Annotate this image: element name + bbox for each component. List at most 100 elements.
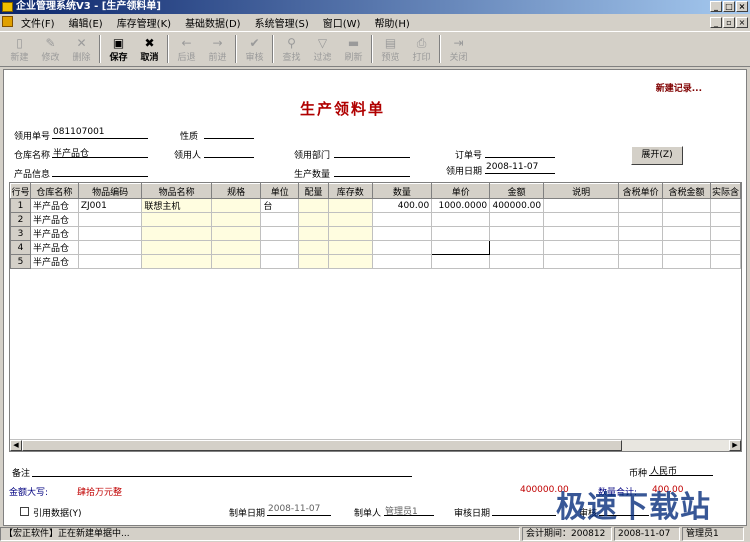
table-cell[interactable] bbox=[327, 240, 373, 255]
child-minimize-button[interactable]: _ bbox=[710, 17, 722, 28]
maximize-button[interactable]: □ bbox=[723, 1, 735, 12]
cite-data-label[interactable]: 引用数据(Y) bbox=[33, 506, 82, 519]
toolbar-button-9[interactable]: ▽ 过滤 bbox=[307, 32, 338, 66]
table-cell[interactable] bbox=[489, 226, 545, 241]
column-header[interactable]: 金额 bbox=[489, 183, 545, 199]
column-header[interactable]: 物品名称 bbox=[141, 183, 212, 199]
child-close-button[interactable]: × bbox=[736, 17, 748, 28]
toolbar-button-11[interactable]: ▤ 预览 bbox=[375, 32, 406, 66]
menu-file[interactable]: 文件(F) bbox=[14, 15, 62, 30]
table-cell[interactable] bbox=[298, 212, 329, 227]
toolbar-button-12[interactable]: ⎙ 打印 bbox=[406, 32, 437, 66]
toolbar-button-10[interactable]: ▬ 刷新 bbox=[338, 32, 369, 66]
column-header[interactable]: 仓库名称 bbox=[29, 183, 79, 199]
remark-field[interactable] bbox=[32, 465, 412, 477]
receiver-field[interactable] bbox=[204, 146, 254, 158]
order-no-field[interactable] bbox=[485, 146, 555, 158]
column-header[interactable]: 单价 bbox=[431, 183, 491, 199]
menu-basic-data[interactable]: 基础数据(D) bbox=[178, 15, 248, 30]
table-cell[interactable] bbox=[327, 198, 373, 213]
table-cell[interactable] bbox=[431, 240, 491, 255]
toolbar-button-7[interactable]: ✔ 审核 bbox=[239, 32, 270, 66]
menu-help[interactable]: 帮助(H) bbox=[367, 15, 416, 30]
toolbar-button-0[interactable]: ▯ 新建 bbox=[4, 32, 35, 66]
table-cell[interactable] bbox=[371, 212, 433, 227]
prod-qty-field[interactable] bbox=[334, 165, 410, 177]
dept-field[interactable] bbox=[334, 146, 410, 158]
table-row[interactable]: 2 半产品仓 bbox=[10, 212, 741, 227]
column-header[interactable]: 说明 bbox=[543, 183, 620, 199]
product-info-field[interactable] bbox=[52, 165, 148, 177]
table-cell[interactable] bbox=[709, 240, 741, 255]
table-cell[interactable] bbox=[260, 226, 300, 241]
column-header[interactable]: 规格 bbox=[210, 183, 262, 199]
table-cell[interactable] bbox=[260, 240, 300, 255]
scroll-right-icon[interactable]: ▶ bbox=[729, 440, 741, 451]
table-cell[interactable] bbox=[298, 198, 329, 213]
table-row[interactable]: 1 半产品仓 ZJ001 联想主机 台 400.00 1000.0000 400000.00 bbox=[10, 198, 741, 213]
table-cell[interactable] bbox=[371, 240, 433, 255]
table-row[interactable]: 4 半产品仓 bbox=[10, 240, 741, 255]
table-cell[interactable] bbox=[618, 226, 664, 241]
warehouse-field[interactable]: 半产品仓 bbox=[52, 146, 148, 159]
currency-field[interactable]: 人民币 bbox=[649, 464, 713, 477]
table-cell[interactable] bbox=[489, 212, 545, 227]
table-cell[interactable] bbox=[489, 254, 545, 269]
table-cell[interactable] bbox=[709, 212, 741, 227]
scroll-thumb[interactable] bbox=[22, 440, 622, 451]
table-cell[interactable] bbox=[618, 240, 664, 255]
table-row[interactable]: 5 半产品仓 bbox=[10, 254, 741, 269]
table-cell[interactable]: ZJ001 bbox=[77, 198, 143, 213]
table-cell[interactable]: 400.00 bbox=[371, 198, 433, 213]
toolbar-button-6[interactable]: → 前进 bbox=[202, 32, 233, 66]
toolbar-button-1[interactable]: ✎ 修改 bbox=[35, 32, 66, 66]
table-cell[interactable] bbox=[298, 240, 329, 255]
table-cell[interactable]: 联想主机 bbox=[141, 198, 212, 213]
toolbar-button-2[interactable]: ✕ 删除 bbox=[66, 32, 97, 66]
toolbar-button-4[interactable]: ✖ 取消 bbox=[134, 32, 165, 66]
table-cell[interactable] bbox=[77, 254, 143, 269]
column-header[interactable]: 物品编码 bbox=[77, 183, 143, 199]
horizontal-scrollbar[interactable]: ◀ ▶ bbox=[10, 439, 741, 451]
table-cell[interactable] bbox=[141, 212, 212, 227]
table-cell[interactable]: 半产品仓 bbox=[29, 212, 79, 227]
table-cell[interactable] bbox=[662, 226, 711, 241]
table-cell[interactable]: 半产品仓 bbox=[29, 240, 79, 255]
table-cell[interactable] bbox=[298, 254, 329, 269]
table-cell[interactable]: 半产品仓 bbox=[29, 226, 79, 241]
table-cell[interactable] bbox=[543, 240, 620, 255]
table-cell[interactable] bbox=[489, 240, 545, 255]
table-cell[interactable] bbox=[543, 226, 620, 241]
table-cell[interactable] bbox=[327, 254, 373, 269]
table-cell[interactable] bbox=[709, 254, 741, 269]
menu-window[interactable]: 窗口(W) bbox=[316, 15, 368, 30]
table-cell[interactable]: 400000.00 bbox=[489, 198, 545, 213]
toolbar-button-3[interactable]: ▣ 保存 bbox=[103, 32, 134, 66]
column-header[interactable]: 实际含 bbox=[709, 183, 741, 199]
menu-edit[interactable]: 编辑(E) bbox=[62, 15, 110, 30]
table-cell[interactable] bbox=[662, 240, 711, 255]
table-cell[interactable] bbox=[210, 226, 262, 241]
minimize-button[interactable]: _ bbox=[710, 1, 722, 12]
column-header[interactable]: 行号 bbox=[10, 183, 31, 199]
table-cell[interactable]: 半产品仓 bbox=[29, 198, 79, 213]
table-cell[interactable] bbox=[210, 212, 262, 227]
table-cell[interactable] bbox=[618, 212, 664, 227]
cite-data-checkbox[interactable] bbox=[20, 507, 29, 516]
toolbar-button-5[interactable]: ← 后退 bbox=[171, 32, 202, 66]
table-cell[interactable] bbox=[327, 226, 373, 241]
table-cell[interactable] bbox=[618, 254, 664, 269]
requisition-no-field[interactable]: 081107001 bbox=[52, 127, 148, 139]
table-row[interactable]: 3 半产品仓 bbox=[10, 226, 741, 241]
table-cell[interactable] bbox=[77, 240, 143, 255]
column-header[interactable]: 含税单价 bbox=[618, 183, 664, 199]
table-cell[interactable] bbox=[371, 254, 433, 269]
nature-field[interactable] bbox=[204, 127, 254, 139]
table-cell[interactable] bbox=[431, 254, 491, 269]
table-cell[interactable]: 台 bbox=[260, 198, 300, 213]
table-cell[interactable] bbox=[141, 226, 212, 241]
table-cell[interactable] bbox=[260, 212, 300, 227]
expand-button[interactable]: 展开(Z) bbox=[631, 146, 683, 165]
table-cell[interactable] bbox=[662, 198, 711, 213]
table-cell[interactable] bbox=[210, 240, 262, 255]
